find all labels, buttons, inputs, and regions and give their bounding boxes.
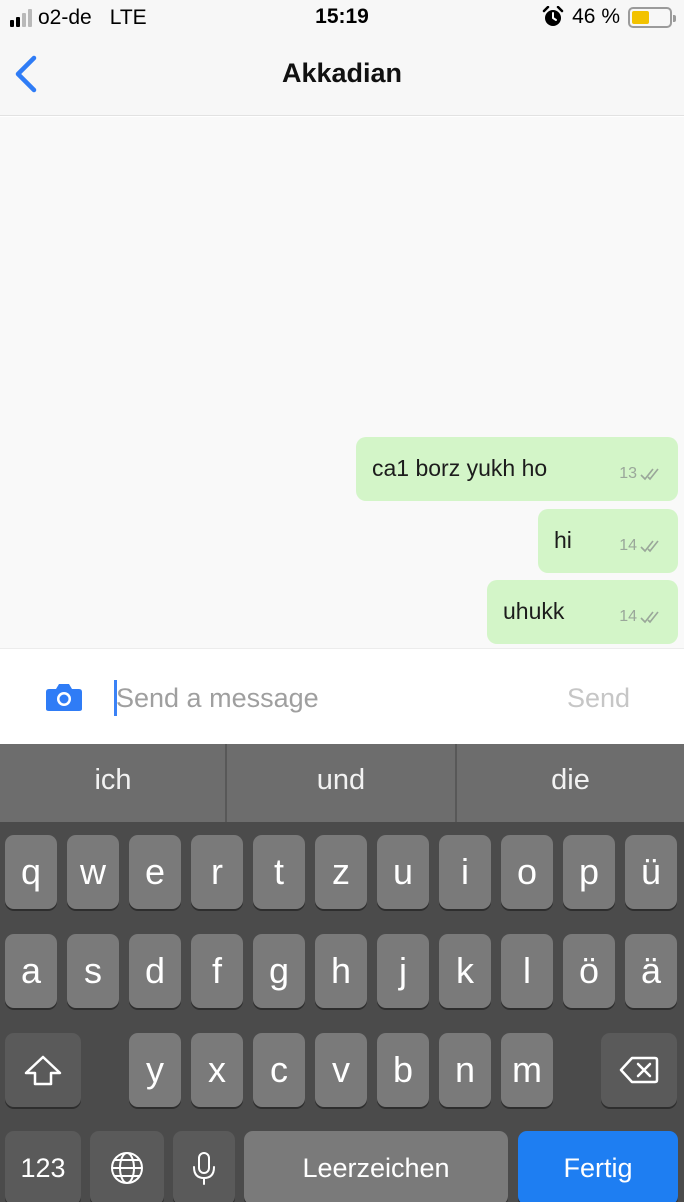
key-letter[interactable]: u — [377, 835, 429, 909]
microphone-icon — [193, 1152, 215, 1185]
key-letter[interactable]: m — [501, 1033, 553, 1107]
key-letter[interactable]: p — [563, 835, 615, 909]
key-letter[interactable]: h — [315, 934, 367, 1008]
numbers-key[interactable]: 123 — [5, 1131, 81, 1202]
key-letter[interactable]: w — [67, 835, 119, 909]
battery-percent: 46 % — [572, 5, 620, 28]
message-text: uhukk — [503, 598, 565, 624]
key-letter[interactable]: b — [377, 1033, 429, 1107]
key-letter[interactable]: k — [439, 934, 491, 1008]
battery-icon — [628, 6, 676, 28]
backspace-icon — [619, 1056, 659, 1084]
message-input[interactable] — [116, 675, 536, 721]
double-check-icon — [640, 468, 659, 481]
double-check-icon — [640, 540, 659, 553]
message-meta: 14 — [619, 608, 664, 626]
double-check-icon — [640, 611, 659, 624]
key-letter[interactable]: j — [377, 934, 429, 1008]
message-time: 14 — [619, 537, 637, 554]
key-letter[interactable]: e — [129, 835, 181, 909]
key-letter[interactable]: t — [253, 835, 305, 909]
navigation-bar: Akkadian — [0, 36, 684, 116]
camera-icon[interactable] — [45, 682, 83, 712]
message-time: 14 — [619, 608, 637, 625]
message-composer: Send — [0, 648, 684, 744]
suggestion-item[interactable]: ich — [0, 744, 226, 822]
message-text: ca1 borz yukh ho — [372, 455, 548, 481]
chat-title: Akkadian — [281, 58, 403, 88]
key-letter[interactable]: n — [439, 1033, 491, 1107]
key-letter[interactable]: d — [129, 934, 181, 1008]
done-key[interactable]: Fertig — [518, 1131, 678, 1202]
key-letter[interactable]: s — [67, 934, 119, 1008]
key-letter[interactable]: ö — [563, 934, 615, 1008]
space-key[interactable]: Leerzeichen — [244, 1131, 508, 1202]
message-meta: 14 — [619, 537, 664, 555]
message-list[interactable]: ca1 borz yukh ho 13 hi 14 uhukk 14 — [0, 117, 684, 648]
key-letter[interactable]: ü — [625, 835, 677, 909]
dictation-key[interactable] — [173, 1131, 235, 1202]
status-bar: o2-de LTE 15:19 46 % — [0, 0, 684, 36]
key-letter[interactable]: ä — [625, 934, 677, 1008]
suggestion-bar: ich und die — [0, 744, 684, 822]
key-letter[interactable]: f — [191, 934, 243, 1008]
backspace-key[interactable] — [601, 1033, 677, 1107]
key-letter[interactable]: q — [5, 835, 57, 909]
key-letter[interactable]: y — [129, 1033, 181, 1107]
message-bubble[interactable]: uhukk 14 — [487, 580, 678, 644]
key-letter[interactable]: x — [191, 1033, 243, 1107]
key-letter[interactable]: z — [315, 835, 367, 909]
message-time: 13 — [619, 465, 637, 482]
send-button[interactable]: Send — [567, 683, 630, 714]
globe-icon — [111, 1152, 143, 1184]
shift-icon — [24, 1055, 62, 1086]
key-letter[interactable]: l — [501, 934, 553, 1008]
suggestion-item[interactable]: und — [227, 744, 455, 822]
key-letter[interactable]: o — [501, 835, 553, 909]
message-meta: 13 — [619, 465, 664, 483]
alarm-icon — [542, 6, 564, 26]
key-letter[interactable]: g — [253, 934, 305, 1008]
globe-key[interactable] — [90, 1131, 164, 1202]
message-bubble[interactable]: hi 14 — [538, 509, 678, 573]
key-letter[interactable]: i — [439, 835, 491, 909]
key-area: q w e r t z u i o p ü a s d f g h j k l … — [0, 822, 684, 1202]
message-bubble[interactable]: ca1 borz yukh ho 13 — [356, 437, 678, 501]
shift-key[interactable] — [5, 1033, 81, 1107]
key-letter[interactable]: a — [5, 934, 57, 1008]
message-text: hi — [554, 527, 572, 553]
status-right: 46 % — [542, 5, 676, 29]
key-letter[interactable]: r — [191, 835, 243, 909]
suggestion-item[interactable]: die — [457, 744, 684, 822]
key-letter[interactable]: v — [315, 1033, 367, 1107]
key-letter[interactable]: c — [253, 1033, 305, 1107]
keyboard: ich und die q w e r t z u i o p ü a s d … — [0, 744, 684, 1202]
